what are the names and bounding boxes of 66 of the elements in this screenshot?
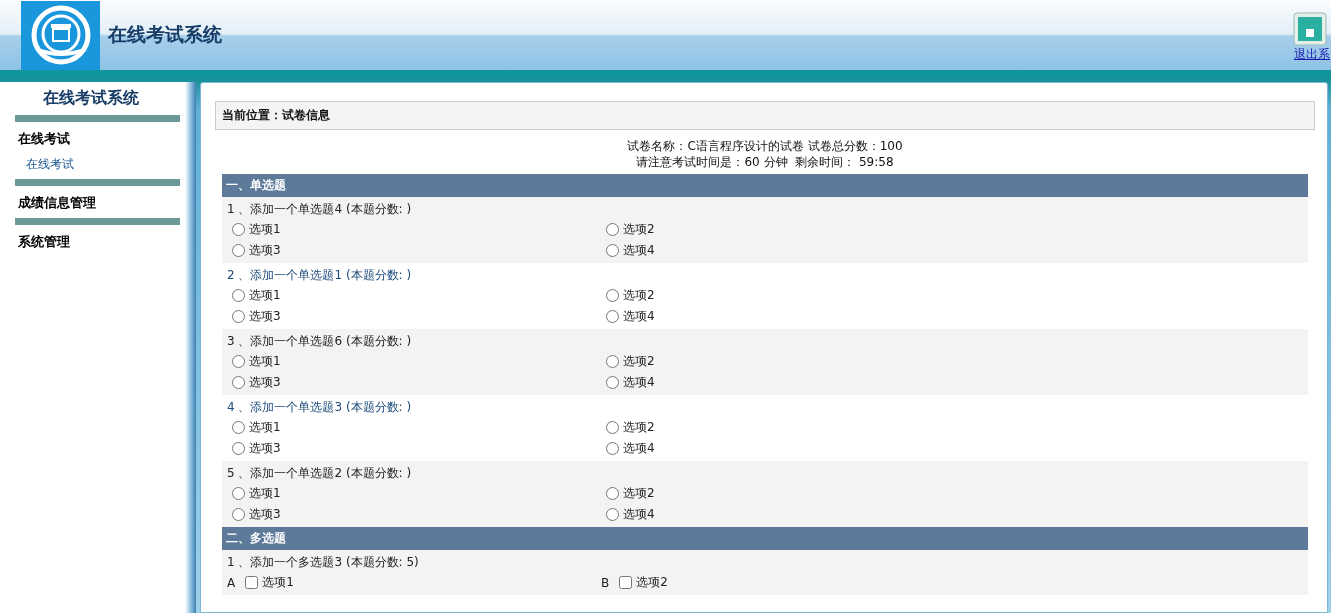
app-title: 在线考试系统 [108,22,222,47]
sidebar-title: 在线考试系统 [42,87,140,109]
option-letter: A [227,575,236,590]
logo-icon [21,0,100,70]
radio-button[interactable] [606,376,619,389]
radio-button[interactable] [232,508,245,521]
question-title: 3 、添加一个单选题6 (本题分数: ) [227,333,413,350]
option-label: 选项1 [249,419,281,436]
option-label: 选项3 [249,506,281,523]
option-label: 选项2 [623,485,655,502]
breadcrumb: 当前位置：试卷信息 [215,101,1315,130]
exit-icon[interactable] [1293,11,1327,46]
radio-button[interactable] [232,244,245,257]
radio-button[interactable] [606,355,619,368]
menu-item[interactable]: 在线考试 [15,154,180,179]
radio-button[interactable] [606,442,619,455]
question-title: 4 、添加一个单选题3 (本题分数: ) [227,399,413,416]
radio-button[interactable] [232,487,245,500]
radio-button[interactable] [606,223,619,236]
radio-button[interactable] [232,289,245,302]
option-label: 选项1 [262,574,294,591]
radio-button[interactable] [232,223,245,236]
radio-button[interactable] [606,310,619,323]
option-label: 选项3 [249,308,281,325]
option-label: 选项2 [623,287,655,304]
option-label: 选项2 [623,221,655,238]
option-label: 选项4 [623,308,655,325]
option-label: 选项4 [623,506,655,523]
option-label: 选项3 [249,242,281,259]
option-label: 选项3 [249,440,281,457]
radio-button[interactable] [606,244,619,257]
menu-group[interactable]: 成绩信息管理 [15,186,180,218]
paper-info: 请注意考试时间是：60 分钟 剩余时间： 59:58 [636,154,894,170]
option-letter: B [601,575,610,590]
section-header: 二、多选题 [222,527,1308,550]
question-title: 5 、添加一个单选题2 (本题分数: ) [227,465,413,482]
logout-link[interactable]: 退出系 [1294,45,1330,63]
menu-group[interactable]: 系统管理 [15,225,180,257]
menu-group[interactable]: 在线考试 [15,122,180,154]
question-title: 1 、添加一个多选题3 (本题分数: 5) [227,554,420,571]
radio-button[interactable] [606,289,619,302]
section-header: 一、单选题 [222,174,1308,197]
option-label: 选项1 [249,353,281,370]
option-label: 选项1 [249,485,281,502]
paper-info: 试卷名称：C语言程序设计的试卷 试卷总分数：100 [627,138,903,154]
question-title: 2 、添加一个单选题1 (本题分数: ) [227,267,413,284]
radio-button[interactable] [232,442,245,455]
checkbox[interactable] [245,576,259,589]
radio-button[interactable] [606,421,619,434]
radio-button[interactable] [606,487,619,500]
option-label: 选项2 [623,419,655,436]
radio-button[interactable] [232,376,245,389]
option-label: 选项1 [249,287,281,304]
radio-button[interactable] [606,508,619,521]
option-label: 选项4 [623,440,655,457]
option-label: 选项3 [249,374,281,391]
checkbox[interactable] [619,576,633,589]
option-label: 选项1 [249,221,281,238]
option-label: 选项2 [623,353,655,370]
option-label: 选项4 [623,374,655,391]
radio-button[interactable] [232,355,245,368]
radio-button[interactable] [232,310,245,323]
option-label: 选项4 [623,242,655,259]
question-title: 1 、添加一个单选题4 (本题分数: ) [227,201,413,218]
option-label: 选项2 [636,574,668,591]
radio-button[interactable] [232,421,245,434]
